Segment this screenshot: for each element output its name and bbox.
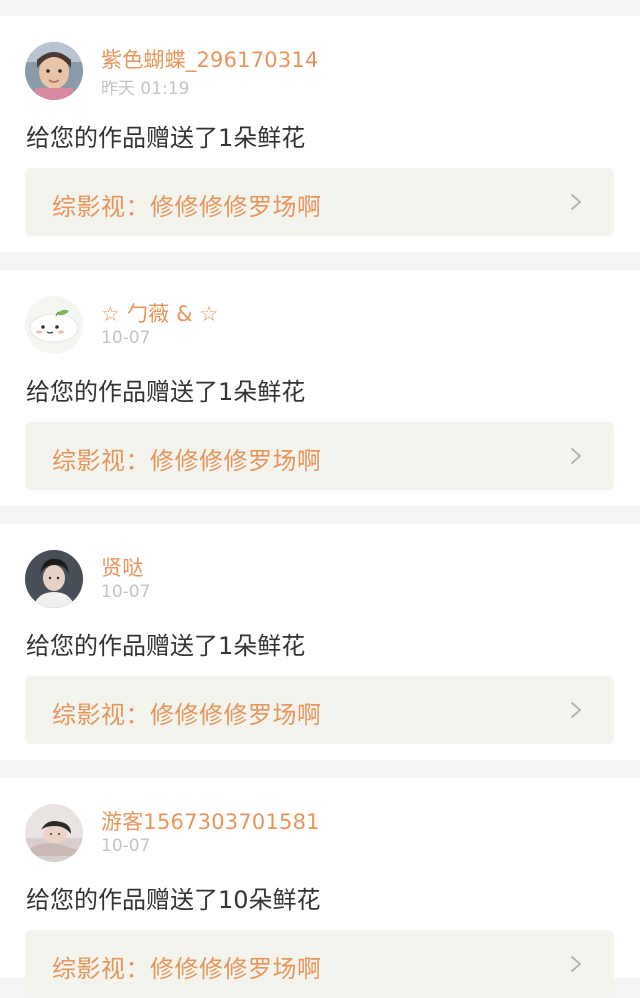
gift-message: 给您的作品赠送了10朵鲜花 <box>26 886 321 914</box>
username[interactable]: 贤哒 <box>101 552 143 582</box>
work-link-button[interactable]: 综影视：修修修修罗场啊 <box>25 930 614 998</box>
reclining-person-avatar-icon <box>25 804 83 862</box>
chevron-right-icon <box>571 702 581 718</box>
work-link-label: 综影视：修修修修罗场啊 <box>52 193 322 221</box>
timestamp: 10-07 <box>101 582 151 602</box>
avatar[interactable] <box>25 42 83 100</box>
work-link-label: 综影视：修修修修罗场啊 <box>52 955 322 983</box>
gift-message: 给您的作品赠送了1朵鲜花 <box>26 124 306 152</box>
chevron-right-icon <box>571 956 581 972</box>
timestamp: 昨天 01:19 <box>101 79 190 99</box>
avatar[interactable] <box>25 804 83 862</box>
avatar[interactable] <box>25 550 83 608</box>
gift-message: 给您的作品赠送了1朵鲜花 <box>26 632 306 660</box>
notification-card: 游客1567303701581 10-07 给您的作品赠送了10朵鲜花 综影视：… <box>0 778 640 998</box>
username[interactable]: 游客1567303701581 <box>101 806 320 836</box>
work-link-button[interactable]: 综影视：修修修修罗场啊 <box>25 422 614 490</box>
notification-feed: 紫色蝴蝶_296170314 昨天 01:19 给您的作品赠送了1朵鲜花 综影视… <box>0 0 640 998</box>
child-photo-avatar-icon <box>25 42 83 100</box>
notification-card: 紫色蝴蝶_296170314 昨天 01:19 给您的作品赠送了1朵鲜花 综影视… <box>0 16 640 252</box>
timestamp: 10-07 <box>101 328 151 348</box>
gift-message: 给您的作品赠送了1朵鲜花 <box>26 378 306 406</box>
chevron-right-icon <box>571 194 581 210</box>
work-link-button[interactable]: 综影视：修修修修罗场啊 <box>25 168 614 236</box>
username[interactable]: ☆ 勹薇 & ☆ <box>101 298 219 328</box>
work-link-label: 综影视：修修修修罗场啊 <box>52 447 322 475</box>
chevron-right-icon <box>571 448 581 464</box>
notification-card: 贤哒 10-07 给您的作品赠送了1朵鲜花 综影视：修修修修罗场啊 <box>0 524 640 760</box>
username[interactable]: 紫色蝴蝶_296170314 <box>101 44 319 74</box>
timestamp: 10-07 <box>101 836 151 856</box>
notification-card: ☆ 勹薇 & ☆ 10-07 给您的作品赠送了1朵鲜花 综影视：修修修修罗场啊 <box>0 270 640 506</box>
avatar[interactable] <box>25 296 83 354</box>
cartoon-dumpling-avatar-icon <box>25 296 83 354</box>
work-link-button[interactable]: 综影视：修修修修罗场啊 <box>25 676 614 744</box>
person-photo-avatar-icon <box>25 550 83 608</box>
work-link-label: 综影视：修修修修罗场啊 <box>52 701 322 729</box>
